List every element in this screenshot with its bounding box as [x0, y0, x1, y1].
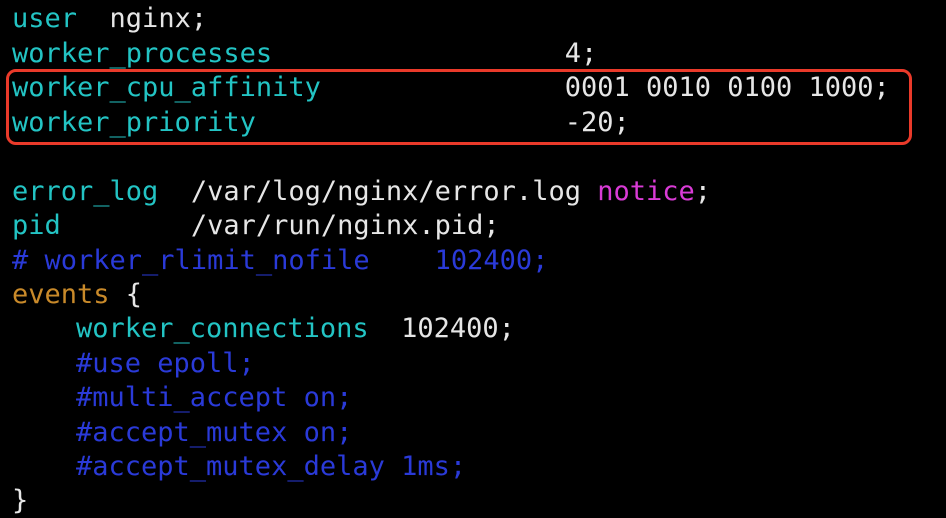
config-line-pid: pid /var/run/nginx.pid; — [12, 209, 500, 243]
directive-pid: pid — [12, 210, 61, 241]
value-pid: /var/run/nginx.pid; — [190, 210, 500, 241]
highlight-box — [6, 69, 912, 145]
terminal-editor[interactable]: user nginx; worker_processes 4; worker_c… — [0, 0, 946, 516]
config-line-worker-connections: worker_connections 102400; — [12, 312, 515, 346]
value-user: nginx; — [109, 3, 208, 34]
comment-accept-mutex-delay: #accept_mutex_delay 1ms; — [76, 451, 467, 482]
block-events: events — [12, 279, 110, 310]
config-line-user: user nginx; — [12, 2, 207, 36]
config-line-events: events { — [12, 278, 142, 312]
spacing — [158, 176, 191, 207]
config-line-error-log: error_log /var/log/nginx/error.log notic… — [12, 175, 711, 209]
directive-worker-processes: worker_processes — [12, 38, 273, 69]
comment-accept-mutex: #accept_mutex on; — [76, 417, 353, 448]
spacing — [369, 313, 402, 344]
line-terminator: ; — [694, 176, 712, 207]
close-brace: } — [12, 485, 29, 516]
value-worker-processes: 4; — [564, 38, 598, 69]
value-worker-connections: 102400; — [401, 313, 515, 344]
directive-worker-connections: worker_connections — [76, 313, 369, 344]
open-brace: { — [109, 279, 143, 310]
value-error-log-path: /var/log/nginx/error.log — [190, 176, 598, 207]
comment-multi-accept: #multi_accept on; — [76, 382, 353, 413]
config-line-worker-processes: worker_processes 4; — [12, 37, 597, 71]
directive-user: user — [12, 3, 78, 34]
comment-worker-rlimit-nofile: # worker_rlimit_nofile 102400; — [12, 245, 549, 276]
spacing — [272, 38, 565, 69]
spacing — [77, 3, 110, 34]
directive-error-log: error_log — [12, 176, 159, 207]
spacing — [61, 210, 191, 241]
comment-use-epoll: #use epoll; — [76, 348, 255, 379]
value-error-log-level: notice — [597, 176, 695, 207]
